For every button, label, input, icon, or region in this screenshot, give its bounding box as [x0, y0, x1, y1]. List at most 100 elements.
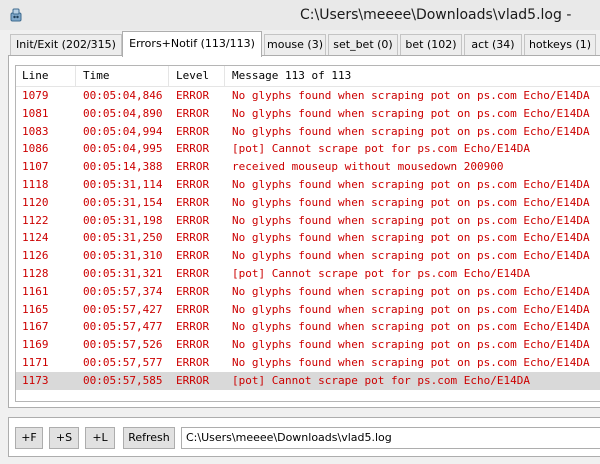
row-line-number: 1107	[22, 160, 49, 174]
add-l-button[interactable]: +L	[85, 427, 115, 449]
row-level: ERROR	[176, 106, 210, 120]
row-level: ERROR	[176, 266, 210, 280]
table-row[interactable]: 1086 00:05:04,995 ERROR [pot] Cannot scrape…	[16, 140, 600, 158]
row-message: No glyphs found when scraping pot on ps.…	[232, 89, 590, 102]
table-row[interactable]: 1081 00:05:04,890 ERROR No glyphs found whe…	[16, 105, 600, 123]
table-row[interactable]: 1169 00:05:57,526 ERROR No glyphs found whe…	[16, 336, 600, 354]
row-time: 00:05:31,250	[83, 231, 163, 245]
row-level: ERROR	[176, 373, 210, 387]
tab-errors-notif[interactable]: Errors+Notif (113/113)	[122, 31, 262, 57]
table-row[interactable]: 1165 00:05:57,427 ERROR No glyphs found whe…	[16, 301, 600, 319]
log-path-field[interactable]: C:\Users\meeee\Downloads\vlad5.log	[181, 427, 600, 449]
tab-bet[interactable]: bet (102)	[400, 34, 462, 55]
title-bar[interactable]: C:\Users\meeee\Downloads\vlad5.log -	[0, 0, 600, 30]
log-list[interactable]: Line Time Level Message 113 of 113 1079 0…	[15, 65, 600, 402]
row-line-number: 1122	[22, 213, 49, 227]
row-message: [pot] Cannot scrape pot for ps.com Echo/…	[232, 142, 531, 156]
row-line-number: 1165	[22, 302, 49, 316]
row-message: No glyphs found when scraping pot on ps.…	[232, 195, 590, 209]
row-level: ERROR	[176, 213, 210, 227]
table-row[interactable]: 1167 00:05:57,477 ERROR No glyphs found whe…	[16, 318, 600, 336]
table-row[interactable]: 1118 00:05:31,114 ERROR No glyphs found whe…	[16, 176, 600, 194]
row-time: 00:05:57,374	[83, 284, 163, 298]
row-message: No glyphs found when scraping pot on ps.…	[232, 106, 590, 120]
table-row[interactable]: 1161 00:05:57,374 ERROR No glyphs found whe…	[16, 283, 600, 301]
row-line-number: 1128	[22, 266, 49, 280]
row-time: 00:05:31,321	[83, 266, 163, 280]
row-time: 00:05:31,198	[83, 213, 163, 227]
row-line-number: 1081	[22, 106, 49, 120]
row-level: ERROR	[176, 142, 210, 156]
row-message: No glyphs found when scraping pot on ps.…	[232, 231, 590, 245]
row-time: 00:05:57,427	[83, 302, 163, 316]
column-header-level[interactable]: Level	[170, 66, 225, 86]
row-level: ERROR	[176, 231, 210, 245]
row-time: 00:05:31,114	[83, 177, 163, 191]
column-header-line[interactable]: Line	[16, 66, 76, 86]
window-title: C:\Users\meeee\Downloads\vlad5.log -	[300, 7, 572, 23]
row-message: No glyphs found when scraping pot on ps.…	[232, 284, 590, 298]
list-rows: 1079 00:05:04,846 ERROR No glyphs found whe…	[16, 87, 600, 390]
row-time: 00:05:57,585	[83, 373, 163, 387]
table-row[interactable]: 1173 00:05:57,585 ERROR [pot] Cannot scrape…	[16, 371, 600, 390]
table-row[interactable]: 1107 00:05:14,388 ERROR received mouseup wi…	[16, 158, 600, 176]
column-header-message[interactable]: Message 113 of 113	[226, 66, 600, 86]
row-line-number: 1083	[22, 124, 49, 138]
table-row[interactable]: 1083 00:05:04,994 ERROR No glyphs found whe…	[16, 123, 600, 141]
table-row[interactable]: 1171 00:05:57,577 ERROR No glyphs found whe…	[16, 354, 600, 372]
row-time: 00:05:04,995	[83, 142, 163, 156]
row-message: No glyphs found when scraping pot on ps.…	[232, 355, 590, 369]
row-level: ERROR	[176, 160, 210, 174]
row-line-number: 1171	[22, 355, 49, 369]
row-time: 00:05:57,477	[83, 320, 163, 334]
table-row[interactable]: 1124 00:05:31,250 ERROR No glyphs found whe…	[16, 229, 600, 247]
row-level: ERROR	[176, 284, 210, 298]
row-message: No glyphs found when scraping pot on ps.…	[232, 302, 590, 316]
tab-mouse[interactable]: mouse (3)	[264, 34, 326, 55]
row-time: 00:05:57,577	[83, 355, 163, 369]
add-f-button[interactable]: +F	[15, 427, 43, 449]
row-level: ERROR	[176, 249, 210, 263]
list-header: Line Time Level Message 113 of 113	[16, 66, 600, 87]
app-icon[interactable]	[8, 7, 24, 23]
row-time: 00:05:57,526	[83, 338, 163, 352]
row-level: ERROR	[176, 89, 210, 102]
footer-toolbar: +F +S +L Refresh C:\Users\meeee\Download…	[8, 417, 600, 457]
row-level: ERROR	[176, 355, 210, 369]
refresh-button[interactable]: Refresh	[123, 427, 175, 449]
add-s-button[interactable]: +S	[49, 427, 79, 449]
table-row[interactable]: 1122 00:05:31,198 ERROR No glyphs found whe…	[16, 212, 600, 230]
row-line-number: 1126	[22, 249, 49, 263]
tab-set-bet[interactable]: set_bet (0)	[328, 34, 398, 55]
row-time: 00:05:04,890	[83, 106, 163, 120]
table-row[interactable]: 1079 00:05:04,846 ERROR No glyphs found whe…	[16, 87, 600, 105]
row-message: No glyphs found when scraping pot on ps.…	[232, 249, 590, 263]
row-level: ERROR	[176, 177, 210, 191]
row-line-number: 1124	[22, 231, 49, 245]
tab-init-exit[interactable]: Init/Exit (202/315)	[10, 34, 122, 55]
column-header-time[interactable]: Time	[77, 66, 169, 86]
row-message: No glyphs found when scraping pot on ps.…	[232, 320, 590, 334]
tab-hotkeys[interactable]: hotkeys (1)	[524, 34, 596, 55]
table-row[interactable]: 1126 00:05:31,310 ERROR No glyphs found whe…	[16, 247, 600, 265]
row-line-number: 1120	[22, 195, 49, 209]
row-line-number: 1167	[22, 320, 49, 334]
table-row[interactable]: 1128 00:05:31,321 ERROR [pot] Cannot scrape…	[16, 265, 600, 283]
row-time: 00:05:31,310	[83, 249, 163, 263]
row-line-number: 1118	[22, 177, 49, 191]
row-message: [pot] Cannot scrape pot for ps.com Echo/…	[232, 266, 531, 280]
row-message: received mouseup without mousedown 20090…	[232, 160, 504, 174]
row-level: ERROR	[176, 320, 210, 334]
table-row[interactable]: 1120 00:05:31,154 ERROR No glyphs found whe…	[16, 194, 600, 212]
row-line-number: 1161	[22, 284, 49, 298]
row-level: ERROR	[176, 195, 210, 209]
row-time: 00:05:04,994	[83, 124, 163, 138]
row-time: 00:05:31,154	[83, 195, 163, 209]
row-line-number: 1173	[22, 373, 49, 387]
row-time: 00:05:14,388	[83, 160, 163, 174]
tab-act[interactable]: act (34)	[464, 34, 522, 55]
row-message: No glyphs found when scraping pot on ps.…	[232, 213, 590, 227]
row-line-number: 1079	[22, 89, 49, 102]
row-level: ERROR	[176, 302, 210, 316]
row-time: 00:05:04,846	[83, 89, 163, 102]
